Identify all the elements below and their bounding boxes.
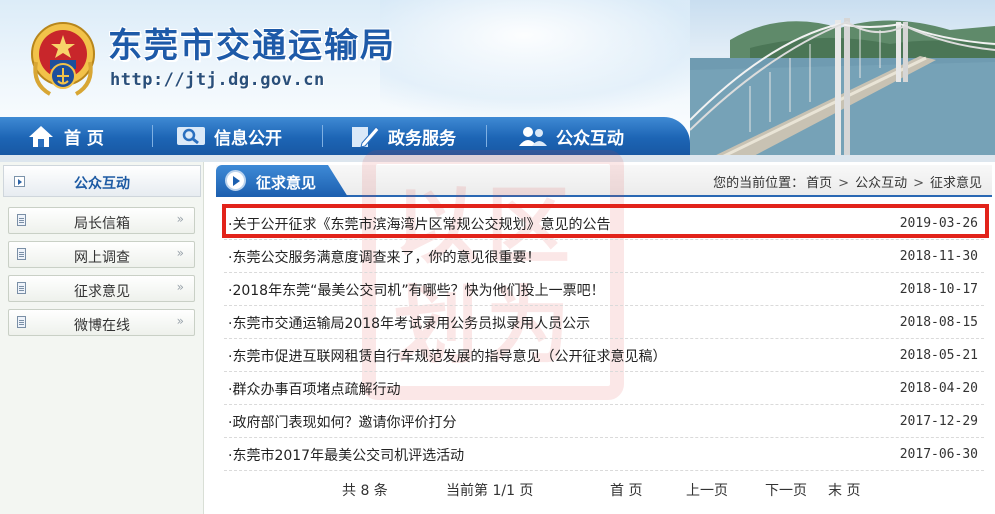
sidebar-item-label: 网上调查 bbox=[74, 250, 130, 266]
police-emblem-icon bbox=[31, 22, 95, 96]
pen-icon bbox=[350, 123, 380, 149]
list-item[interactable]: ·东莞市2017年最美公交司机评选活动 2017-06-30 bbox=[224, 438, 984, 471]
breadcrumb: 您的当前位置： 首页 > 公众互动 > 征求意见 bbox=[712, 172, 983, 191]
section-title-tab: 征求意见 bbox=[216, 165, 348, 197]
sidebar-item-director-mailbox[interactable]: 局长信箱 » bbox=[8, 207, 195, 234]
nav-gov-services[interactable]: 政务服务 bbox=[350, 117, 456, 155]
pager-next-button[interactable]: 下一页 bbox=[765, 480, 807, 500]
article-date: 2018-04-20 bbox=[899, 381, 978, 396]
breadcrumb-home[interactable]: 首页 bbox=[806, 176, 832, 191]
article-title[interactable]: ·2018年东莞“最美公交司机”有哪些？快为他们投上一票吧！ bbox=[228, 280, 605, 300]
nav-services-label: 政务服务 bbox=[388, 128, 456, 149]
pagination: 共 8 条 当前第 1/1 页 首 页 上一页 下一页 末 页 bbox=[224, 472, 989, 502]
search-icon bbox=[176, 123, 206, 149]
nav-public-interaction[interactable]: 公众互动 bbox=[518, 117, 624, 155]
breadcrumb-current[interactable]: 征求意见 bbox=[930, 176, 982, 191]
pager-first-button[interactable]: 首 页 bbox=[610, 480, 642, 500]
list-item[interactable]: ·关于公开征求《东莞市滨海湾片区常规公交规划》意见的公告 2019-03-26 bbox=[224, 207, 984, 240]
article-date: 2018-05-21 bbox=[899, 348, 978, 363]
sidebar-item-label: 征求意见 bbox=[74, 284, 130, 300]
users-icon bbox=[518, 123, 548, 149]
article-date: 2017-12-29 bbox=[899, 414, 978, 429]
nav-divider bbox=[486, 125, 487, 147]
breadcrumb-separator: > bbox=[838, 176, 850, 191]
double-chevron-icon: » bbox=[176, 212, 184, 226]
sidebar-item-label: 局长信箱 bbox=[74, 216, 130, 232]
main-nav: 首 页 信息公开 政务服务 公众互动 bbox=[0, 117, 690, 155]
article-title[interactable]: ·东莞公交服务满意度调查来了，你的意见很重要！ bbox=[228, 247, 540, 267]
nav-home[interactable]: 首 页 bbox=[26, 117, 104, 155]
list-item[interactable]: ·2018年东莞“最美公交司机”有哪些？快为他们投上一票吧！ 2018-10-1… bbox=[224, 273, 984, 306]
article-title[interactable]: ·政府部门表现如何？邀请你评价打分 bbox=[228, 412, 456, 432]
double-chevron-icon: » bbox=[176, 314, 184, 328]
sidebar-header: 公众互动 bbox=[3, 165, 201, 197]
site-url: http://jtj.dg.gov.cn bbox=[110, 70, 325, 90]
breadcrumb-prefix: 您的当前位置： bbox=[713, 176, 805, 191]
article-title[interactable]: ·东莞市交通运输局2018年考试录用公务员拟录用人员公示 bbox=[228, 313, 590, 333]
pager-current: 当前第 1/1 页 bbox=[446, 483, 534, 499]
list-item[interactable]: ·东莞市交通运输局2018年考试录用公务员拟录用人员公示 2018-08-15 bbox=[224, 306, 984, 339]
nav-info-disclosure[interactable]: 信息公开 bbox=[176, 117, 282, 155]
arrow-bullet-icon bbox=[14, 176, 25, 187]
nav-divider bbox=[322, 125, 323, 147]
nav-divider bbox=[152, 125, 153, 147]
article-date: 2018-08-15 bbox=[899, 315, 978, 330]
nav-info-label: 信息公开 bbox=[214, 128, 282, 149]
article-title[interactable]: ·关于公开征求《东莞市滨海湾片区常规公交规划》意见的公告 bbox=[228, 214, 610, 234]
home-icon bbox=[26, 123, 56, 149]
document-icon bbox=[17, 316, 26, 328]
sidebar-item-label: 微博在线 bbox=[74, 318, 130, 334]
sidebar: 公众互动 局长信箱 » 网上调查 » 征求意见 » 微博在线 » bbox=[0, 162, 204, 514]
sidebar-item-weibo-online[interactable]: 微博在线 » bbox=[8, 309, 195, 336]
article-title[interactable]: ·群众办事百项堵点疏解行动 bbox=[228, 379, 400, 399]
document-icon bbox=[17, 282, 26, 294]
site-header: 东莞市交通运输局 http://jtj.dg.gov.cn 首 页 信息公开 政… bbox=[0, 0, 995, 158]
sidebar-item-solicit-opinions[interactable]: 征求意见 » bbox=[8, 275, 195, 302]
sidebar-item-online-survey[interactable]: 网上调查 » bbox=[8, 241, 195, 268]
pager-last-button[interactable]: 末 页 bbox=[828, 480, 860, 500]
document-icon bbox=[17, 248, 26, 260]
double-chevron-icon: » bbox=[176, 246, 184, 260]
bridge-banner-image bbox=[690, 0, 995, 158]
nav-home-label: 首 页 bbox=[64, 128, 104, 149]
article-date: 2018-10-17 bbox=[899, 282, 978, 297]
article-date: 2018-11-30 bbox=[899, 249, 978, 264]
article-date: 2017-06-30 bbox=[899, 447, 978, 462]
double-chevron-icon: » bbox=[176, 280, 184, 294]
play-arrow-icon bbox=[225, 170, 246, 191]
article-title[interactable]: ·东莞市促进互联网租赁自行车规范发展的指导意见（公开征求意见稿） bbox=[228, 346, 666, 366]
document-icon bbox=[17, 214, 26, 226]
header-decoration bbox=[380, 0, 740, 118]
breadcrumb-separator: > bbox=[913, 176, 924, 191]
article-date: 2019-03-26 bbox=[899, 216, 978, 231]
list-item[interactable]: ·群众办事百项堵点疏解行动 2018-04-20 bbox=[224, 372, 984, 405]
breadcrumb-public-interaction[interactable]: 公众互动 bbox=[855, 176, 907, 191]
site-title: 东莞市交通运输局 bbox=[108, 26, 396, 66]
nav-underbar bbox=[0, 155, 995, 162]
list-item[interactable]: ·政府部门表现如何？邀请你评价打分 2017-12-29 bbox=[224, 405, 984, 438]
nav-interaction-label: 公众互动 bbox=[556, 128, 624, 149]
section-title: 征求意见 bbox=[256, 174, 317, 192]
list-item[interactable]: ·东莞市促进互联网租赁自行车规范发展的指导意见（公开征求意见稿） 2018-05… bbox=[224, 339, 984, 372]
sidebar-title: 公众互动 bbox=[74, 176, 130, 192]
list-item[interactable]: ·东莞公交服务满意度调查来了，你的意见很重要！ 2018-11-30 bbox=[224, 240, 984, 273]
pager-total: 共 8 条 bbox=[342, 483, 388, 499]
pager-prev-button[interactable]: 上一页 bbox=[686, 480, 728, 500]
article-title[interactable]: ·东莞市2017年最美公交司机评选活动 bbox=[228, 445, 464, 465]
